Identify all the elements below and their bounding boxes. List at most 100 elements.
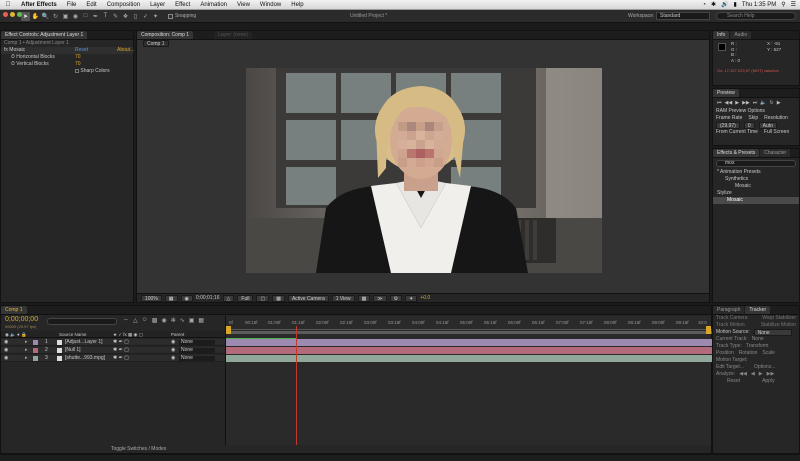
tab-effects-presets[interactable]: Effects & Presets <box>713 149 760 157</box>
analyze-back-frame-icon[interactable]: ◀ <box>751 371 755 378</box>
analyze-back-icon[interactable]: ◀◀ <box>739 371 747 378</box>
tab-preview[interactable]: Preview <box>713 89 739 97</box>
clone-tool-icon[interactable]: ❖ <box>121 12 130 21</box>
spotlight-icon[interactable]: ⚲ <box>781 1 785 8</box>
hand-tool-icon[interactable]: ✋ <box>31 12 40 21</box>
col-parent[interactable]: Parent <box>171 331 184 338</box>
position-checkbox[interactable]: Position <box>716 350 734 357</box>
toggle-pixel-icon[interactable]: ▩ <box>357 294 371 302</box>
transparency-grid-icon[interactable]: ▩ <box>272 294 285 302</box>
brush-tool-icon[interactable]: ✎ <box>111 12 120 21</box>
shy-icon[interactable]: ☺ <box>142 317 148 324</box>
ram-preview-icon[interactable]: ▶ <box>777 100 781 106</box>
parent-icon[interactable]: ◉ <box>171 347 175 354</box>
layer-bar-null[interactable] <box>226 347 712 354</box>
menu-window[interactable]: Window <box>255 2 286 8</box>
menu-view[interactable]: View <box>232 2 255 8</box>
track-motion-button[interactable]: Track Motion <box>716 322 745 329</box>
tab-paragraph[interactable]: Paragraph <box>713 306 745 314</box>
pixel-motion-icon[interactable]: ▣ <box>189 317 195 324</box>
tab-tracker[interactable]: Tracker <box>745 306 771 314</box>
composition-viewer-frame[interactable] <box>246 68 602 273</box>
ram-preview-options[interactable]: RAM Preview Options <box>713 108 799 115</box>
snapping-toggle[interactable]: Snapping <box>168 13 196 19</box>
layer-row-3[interactable]: ◉ ▸ 3 [shutte...993.mpg] ✱ ✒ ▢ ◉ None <box>1 355 225 362</box>
time-navigator-start-handle[interactable] <box>226 326 231 334</box>
pen-tool-icon[interactable]: ✒ <box>91 12 100 21</box>
brainstorm-icon[interactable]: ✻ <box>171 317 176 324</box>
draft-3d-icon[interactable]: △ <box>133 317 138 324</box>
visibility-icon[interactable]: ◉ <box>4 347 8 354</box>
current-time-indicator[interactable] <box>296 326 297 445</box>
timeline-graph-area[interactable]: 0f 00:15f 01:00f 01:15f 02:00f 02:15f 03… <box>225 316 712 445</box>
first-frame-icon[interactable]: ⏮ <box>717 100 722 106</box>
tracker-reset-button[interactable]: Reset <box>727 378 740 385</box>
sharp-colors-checkbox[interactable] <box>75 68 79 73</box>
camera-snapshot-icon[interactable]: ◉ <box>180 294 193 302</box>
layer-name[interactable]: [Adjust...Layer 1] <box>65 339 103 346</box>
menu-effect[interactable]: Effect <box>170 2 195 8</box>
search-help-input[interactable]: Search Help <box>716 12 796 20</box>
zoom-select[interactable]: 100% <box>141 294 162 302</box>
parent-select[interactable]: None <box>179 356 215 361</box>
label-color-swatch[interactable] <box>33 348 38 353</box>
label-color-swatch[interactable] <box>33 340 38 345</box>
menu-composition[interactable]: Composition <box>102 2 145 8</box>
menu-layer[interactable]: Layer <box>145 2 170 8</box>
reset-exposure-icon[interactable]: ✦ <box>405 294 418 302</box>
parent-select[interactable]: None <box>179 348 215 353</box>
tree-mosaic-preset[interactable]: Mosaic <box>713 183 799 190</box>
parent-icon[interactable]: ◉ <box>171 355 175 362</box>
tree-stylize[interactable]: Stylize <box>713 190 799 197</box>
list-icon[interactable]: ☰ <box>791 1 796 8</box>
label-color-swatch[interactable] <box>33 356 38 361</box>
comp-subtab[interactable]: Comp 1 <box>143 40 169 47</box>
prev-frame-icon[interactable]: ◀◀ <box>725 100 733 106</box>
rectangle-tool-icon[interactable]: □ <box>81 12 90 21</box>
apple-icon[interactable]:  <box>0 1 16 8</box>
graph-editor-icon[interactable]: ∿ <box>180 317 185 324</box>
timeline-timecode[interactable]: 0;00;00;00 <box>5 316 38 323</box>
eraser-tool-icon[interactable]: ▯ <box>131 12 140 21</box>
analyze-forward-icon[interactable]: ▶▶ <box>767 371 775 378</box>
skip-select[interactable]: 0 <box>743 122 755 129</box>
grid-icon[interactable]: ▦ <box>164 294 178 302</box>
loop-icon[interactable]: ↻ <box>770 100 774 106</box>
tab-audio[interactable]: Audio <box>730 31 752 39</box>
rotate-tool-icon[interactable]: ↻ <box>51 12 60 21</box>
exposure-value[interactable]: +0.0 <box>420 295 430 301</box>
minimize-window-icon[interactable] <box>10 12 15 17</box>
toggle-switches-modes[interactable]: Toggle Switches / Modes <box>111 446 166 452</box>
effect-mosaic-row[interactable]: fx Mosaic Reset About... <box>1 47 134 54</box>
battery-icon[interactable]: ▮ <box>734 1 737 8</box>
bluetooth-icon[interactable]: ✱ <box>711 1 716 8</box>
snapping-checkbox[interactable] <box>168 13 173 19</box>
effects-search-input[interactable]: mos <box>716 160 796 167</box>
menu-app-name[interactable]: After Effects <box>16 2 62 8</box>
region-icon[interactable]: ▢ <box>256 294 270 302</box>
layer-bar-adjustment[interactable] <box>226 339 712 346</box>
time-navigator-end-handle[interactable] <box>706 326 711 334</box>
chart-icon[interactable]: ▦ <box>198 317 204 324</box>
wifi-icon[interactable]: ◔ <box>702 2 706 8</box>
tree-synthetics[interactable]: Synthetics <box>713 176 799 183</box>
timeline-search-input[interactable] <box>47 318 117 325</box>
resolution-select[interactable]: Auto <box>758 122 777 129</box>
comp-timecode[interactable]: 0;00;01;16 <box>196 295 220 301</box>
frame-rate-select[interactable]: (29.97) <box>716 122 740 129</box>
motion-source-select[interactable]: None <box>753 329 792 336</box>
tab-composition[interactable]: Composition: Comp 1 <box>137 31 194 39</box>
reset-link[interactable]: Reset <box>75 47 88 54</box>
menu-help[interactable]: Help <box>286 2 308 8</box>
visibility-icon[interactable]: ◉ <box>4 339 8 346</box>
rotation-checkbox[interactable]: Rotation <box>739 350 758 357</box>
layer-row-1[interactable]: ◉ ▸ 1 [Adjust...Layer 1] ✱ ✒ ▢ ◉ None <box>1 339 225 346</box>
menu-edit[interactable]: Edit <box>81 2 101 8</box>
zoom-tool-icon[interactable]: 🔍 <box>41 12 50 21</box>
stabilize-motion-button[interactable]: Stabilize Motion <box>761 322 796 329</box>
motion-blur-icon[interactable]: ◉ <box>161 317 166 324</box>
close-window-icon[interactable] <box>3 12 8 17</box>
tab-layer[interactable]: Layer: (none) <box>214 31 252 39</box>
stopwatch-icon[interactable]: ⏱ <box>11 61 15 67</box>
fast-preview-icon[interactable]: ≫ <box>373 294 387 302</box>
